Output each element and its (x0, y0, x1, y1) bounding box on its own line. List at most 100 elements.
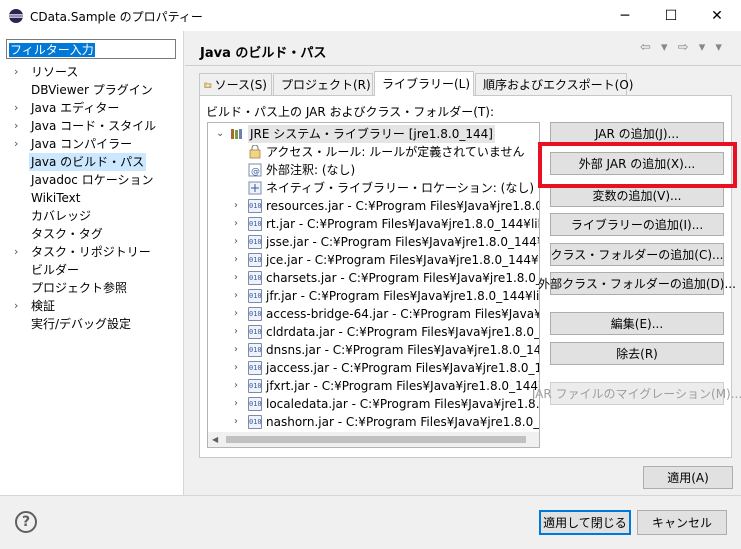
chevron-right-icon[interactable]: › (14, 117, 18, 135)
jar-icon: 010 (248, 271, 262, 285)
chevron-right-icon[interactable]: › (234, 269, 238, 287)
remove-button[interactable]: 除去(R) (550, 342, 724, 365)
sidebar-item-java-compiler[interactable]: › Java コンパイラー (0, 135, 183, 153)
migrate-jar-button[interactable]: JAR ファイルのマイグレーション(M)... (532, 382, 741, 405)
sidebar-item-dbviewer[interactable]: DBViewer プラグイン (0, 81, 183, 99)
chevron-right-icon[interactable]: › (14, 63, 18, 81)
chevron-right-icon[interactable]: › (234, 233, 238, 251)
sidebar-item-builders[interactable]: ビルダー (0, 261, 183, 279)
tab-label: ソース(S) (214, 77, 267, 92)
minimize-button[interactable]: ─ (602, 0, 648, 31)
filter-input[interactable]: フィルター入力 (6, 39, 176, 59)
sidebar-item-project-references[interactable]: プロジェクト参照 (0, 279, 183, 297)
help-icon[interactable]: ? (15, 511, 37, 533)
chevron-right-icon[interactable]: › (234, 287, 238, 305)
add-external-class-folder-button[interactable]: 外部クラス・フォルダーの追加(D)... (538, 272, 736, 295)
tab-source[interactable]: ソース(S) (199, 73, 272, 95)
tab-libraries[interactable]: ライブラリー(L) (374, 71, 474, 96)
chevron-right-icon[interactable]: › (234, 377, 238, 395)
sidebar-item-label: 検証 (31, 299, 56, 313)
build-path-tree[interactable]: ⌄ JRE システム・ライブラリー [jre1.8.0_144] アクセス・ルー… (207, 122, 540, 448)
minimize-icon: ─ (620, 7, 630, 24)
chevron-right-icon[interactable]: › (14, 243, 18, 261)
jar-icon: 010 (248, 235, 262, 249)
chevron-right-icon[interactable]: › (234, 323, 238, 341)
sidebar-item-run-debug[interactable]: 実行/デバッグ設定 (0, 315, 183, 333)
tree-row-label: cldrdata.jar - C:¥Program Files¥Java¥jre… (266, 325, 540, 339)
source-folder-icon (204, 82, 212, 88)
tree-row-label: dnsns.jar - C:¥Program Files¥Java¥jre1.8… (266, 343, 539, 357)
cancel-button[interactable]: キャンセル (637, 510, 727, 535)
chevron-right-icon[interactable]: › (234, 251, 238, 269)
scroll-left-icon[interactable]: ◀ (212, 435, 218, 444)
filter-input-text: フィルター入力 (9, 43, 95, 57)
chevron-right-icon[interactable]: › (234, 215, 238, 233)
add-class-folder-button[interactable]: クラス・フォルダーの追加(C)... (550, 243, 724, 266)
chevron-right-icon[interactable]: › (234, 413, 238, 431)
sidebar-item-java-editor[interactable]: › Java エディター (0, 99, 183, 117)
chevron-right-icon[interactable]: › (234, 197, 238, 215)
sidebar-item-label: リソース (31, 65, 79, 79)
chevron-down-icon[interactable]: ⌄ (216, 125, 224, 143)
jar-icon: 010 (248, 307, 262, 321)
tree-root-label: JRE システム・ライブラリー [jre1.8.0_144] (248, 125, 495, 143)
add-library-button[interactable]: ライブラリーの追加(I)... (550, 213, 724, 236)
tree-row-label: jce.jar - C:¥Program Files¥Java¥jre1.8.0… (266, 253, 540, 267)
library-icon (231, 129, 242, 139)
jar-icon: 010 (248, 415, 262, 429)
tree-row-label: nashorn.jar - C:¥Program Files¥Java¥jre1… (266, 415, 540, 429)
chevron-right-icon[interactable]: › (14, 99, 18, 117)
sidebar-item-resource[interactable]: › リソース (0, 63, 183, 81)
tree-row-label: jaccess.jar - C:¥Program Files¥Java¥jre1… (266, 361, 540, 375)
tree-row-label: localedata.jar - C:¥Program Files¥Java¥j… (266, 397, 540, 411)
header-divider (185, 65, 741, 66)
svg-text:@: @ (251, 167, 260, 177)
sidebar-item-wikitext[interactable]: WikiText (0, 189, 183, 207)
chevron-right-icon[interactable]: › (234, 395, 238, 413)
sidebar-item-label: DBViewer プラグイン (31, 83, 153, 97)
jar-icon: 010 (248, 217, 262, 231)
jar-icon: 010 (248, 199, 262, 213)
chevron-right-icon[interactable]: › (234, 341, 238, 359)
close-icon: ✕ (711, 7, 723, 24)
apply-button[interactable]: 適用(A) (643, 466, 733, 489)
apply-and-close-button[interactable]: 適用して閉じる (539, 510, 631, 535)
close-button[interactable]: ✕ (694, 0, 740, 31)
chevron-right-icon[interactable]: › (234, 359, 238, 377)
tab-label: プロジェクト(R) (281, 77, 371, 92)
sidebar-item-validation[interactable]: › 検証 (0, 297, 183, 315)
maximize-button[interactable]: ☐ (648, 0, 694, 31)
jar-icon: 010 (248, 361, 262, 375)
tree-row-label: ネイティブ・ライブラリー・ロケーション: (なし) (266, 181, 535, 195)
history-nav-arrows[interactable]: ⇦ ▾ ⇨ ▾ ▾ (640, 40, 725, 55)
jar-icon: 010 (248, 253, 262, 267)
native-library-icon (248, 181, 262, 195)
sidebar-item-java-build-path[interactable]: Java のビルド・パス (0, 153, 183, 171)
sidebar-item-label: WikiText (31, 191, 81, 205)
sidebar-item-label: Java のビルド・パス (29, 153, 147, 171)
tree-row-label: rt.jar - C:¥Program Files¥Java¥jre1.8.0_… (266, 217, 540, 231)
horizontal-scroll-thumb[interactable] (226, 436, 526, 443)
tab-projects[interactable]: プロジェクト(R) (273, 73, 373, 95)
tree-row-label: resources.jar - C:¥Program Files¥Java¥jr… (266, 199, 539, 213)
sidebar-item-label: タスク・タグ (31, 227, 103, 241)
sidebar-item-coverage[interactable]: カバレッジ (0, 207, 183, 225)
edit-button[interactable]: 編集(E)... (550, 312, 724, 335)
tree-row-label: jsse.jar - C:¥Program Files¥Java¥jre1.8.… (266, 235, 540, 249)
tab-order-export[interactable]: 順序およびエクスポート(O) (475, 73, 633, 95)
sidebar-item-label: ビルダー (31, 263, 80, 277)
sidebar-item-label: カバレッジ (31, 209, 92, 223)
sidebar-item-label: Java コード・スタイル (31, 119, 157, 133)
chevron-right-icon[interactable]: › (234, 305, 238, 323)
annotation-icon: @ (248, 163, 262, 177)
access-rules-icon (249, 145, 261, 159)
sidebar-item-javadoc[interactable]: Javadoc ロケーション (0, 171, 183, 189)
chevron-right-icon[interactable]: › (14, 135, 18, 153)
chevron-right-icon[interactable]: › (14, 297, 18, 315)
sidebar-item-label: プロジェクト参照 (31, 281, 128, 295)
sidebar-item-task-repository[interactable]: › タスク・リポジトリー (0, 243, 183, 261)
jar-icon: 010 (248, 397, 262, 411)
sidebar-item-task-tags[interactable]: タスク・タグ (0, 225, 183, 243)
jar-icon: 010 (248, 325, 262, 339)
sidebar-item-java-code-style[interactable]: › Java コード・スタイル (0, 117, 183, 135)
